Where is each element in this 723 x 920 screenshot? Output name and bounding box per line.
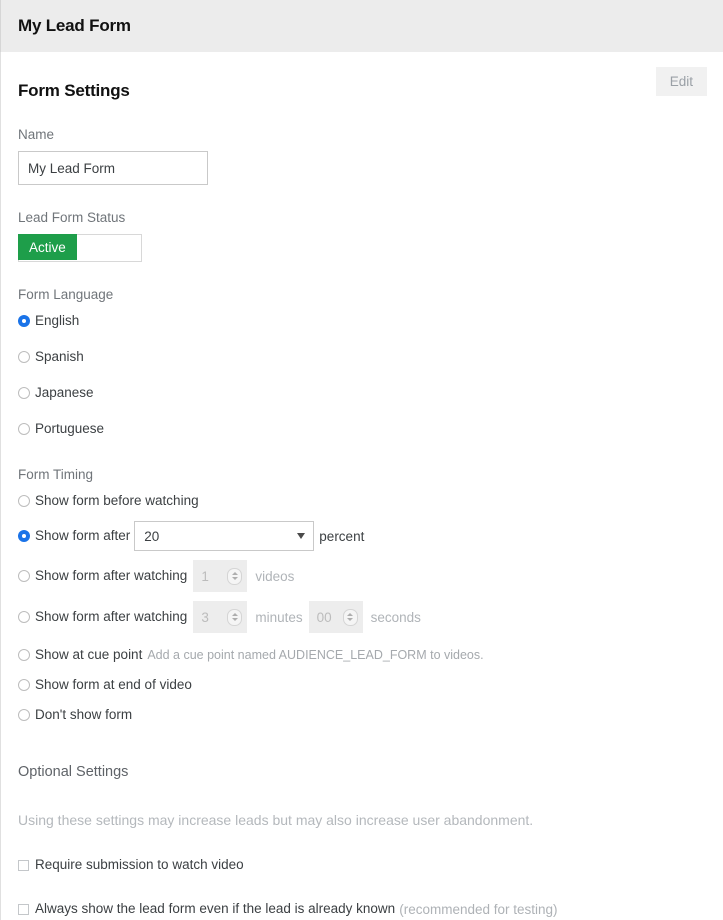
language-option-portuguese[interactable]: Portuguese <box>18 416 706 442</box>
minutes-quantity-stepper[interactable]: 3 <box>193 601 247 633</box>
section-header: Form Settings Edit <box>18 52 706 102</box>
cue-point-hint: Add a cue point named AUDIENCE_LEAD_FORM… <box>147 646 483 664</box>
timing-option-label: Show form after watching <box>35 567 187 585</box>
timing-label: Form Timing <box>18 466 706 484</box>
edit-button[interactable]: Edit <box>656 67 707 96</box>
seconds-stepper-value: 00 <box>317 610 332 625</box>
timing-option-label: Don't show form <box>35 706 132 724</box>
radio-icon[interactable] <box>18 315 30 327</box>
radio-icon[interactable] <box>18 423 30 435</box>
stepper-arrows-icon[interactable] <box>227 609 242 626</box>
language-option-label: Portuguese <box>35 420 104 438</box>
app-title: My Lead Form <box>18 16 131 36</box>
videos-quantity-stepper[interactable]: 1 <box>193 560 247 592</box>
optional-settings-title: Optional Settings <box>18 762 706 782</box>
radio-icon[interactable] <box>18 611 30 623</box>
language-option-japanese[interactable]: Japanese <box>18 380 706 406</box>
checkbox-label: Require submission to watch video <box>35 856 244 874</box>
language-label: Form Language <box>18 286 706 304</box>
seconds-unit-label: seconds <box>371 610 421 625</box>
stepper-arrows-icon[interactable] <box>227 568 242 585</box>
status-toggle[interactable]: Active <box>18 234 142 262</box>
checkbox-icon[interactable] <box>18 860 29 871</box>
radio-icon[interactable] <box>18 570 30 582</box>
language-option-label: Japanese <box>35 384 94 402</box>
percent-unit-label: percent <box>319 529 364 544</box>
videos-stepper-value: 1 <box>201 569 209 584</box>
timing-option-label: Show form after watching <box>35 608 187 626</box>
app-header: My Lead Form <box>0 0 723 52</box>
chevron-down-icon <box>232 618 238 621</box>
chevron-up-icon <box>232 572 238 575</box>
checkbox-row-require-submission[interactable]: Require submission to watch video <box>18 856 706 874</box>
status-label: Lead Form Status <box>18 209 706 227</box>
timing-option-before-watching[interactable]: Show form before watching <box>18 488 706 514</box>
chevron-down-icon <box>347 618 353 621</box>
checkbox-label: Always show the lead form even if the le… <box>35 900 395 918</box>
language-option-spanish[interactable]: Spanish <box>18 344 706 370</box>
radio-icon[interactable] <box>18 387 30 399</box>
page-title: Form Settings <box>18 80 130 102</box>
chevron-up-icon <box>232 613 238 616</box>
timing-option-dont-show[interactable]: Don't show form <box>18 702 706 728</box>
optional-settings-description: Using these settings may increase leads … <box>18 810 706 830</box>
radio-icon[interactable] <box>18 679 30 691</box>
timing-option-label: Show form after <box>35 527 130 545</box>
timing-option-after-videos[interactable]: Show form after watching 1 videos <box>18 560 706 592</box>
seconds-quantity-stepper[interactable]: 00 <box>309 601 363 633</box>
timing-option-end-of-video[interactable]: Show form at end of video <box>18 672 706 698</box>
language-option-english[interactable]: English <box>18 308 706 334</box>
checkbox-row-always-show[interactable]: Always show the lead form even if the le… <box>18 900 706 918</box>
minutes-unit-label: minutes <box>255 610 302 625</box>
language-option-label: Spanish <box>35 348 84 366</box>
minutes-stepper-value: 3 <box>201 610 209 625</box>
status-active-segment[interactable]: Active <box>18 234 77 260</box>
chevron-down-icon <box>232 577 238 580</box>
chevron-up-icon <box>347 613 353 616</box>
timing-option-cue-point[interactable]: Show at cue point Add a cue point named … <box>18 642 706 668</box>
timing-option-label: Show at cue point <box>35 646 142 664</box>
radio-icon[interactable] <box>18 530 30 542</box>
form-settings-panel: Form Settings Edit Name Lead Form Status… <box>0 52 723 920</box>
timing-option-label: Show form before watching <box>35 492 199 510</box>
checkbox-icon[interactable] <box>18 904 29 915</box>
radio-icon[interactable] <box>18 351 30 363</box>
timing-option-after-time[interactable]: Show form after watching 3 minutes 00 se… <box>18 601 706 633</box>
status-inactive-segment[interactable] <box>77 235 141 261</box>
name-label: Name <box>18 126 706 144</box>
percent-select[interactable]: 20 <box>134 521 314 551</box>
videos-unit-label: videos <box>255 569 294 584</box>
language-option-label: English <box>35 312 79 330</box>
radio-icon[interactable] <box>18 649 30 661</box>
stepper-arrows-icon[interactable] <box>343 609 358 626</box>
checkbox-note: (recommended for testing) <box>399 902 557 917</box>
chevron-down-icon <box>297 533 305 539</box>
radio-icon[interactable] <box>18 495 30 507</box>
name-input[interactable] <box>18 151 208 185</box>
radio-icon[interactable] <box>18 709 30 721</box>
timing-option-label: Show form at end of video <box>35 676 192 694</box>
timing-option-after-percent[interactable]: Show form after 20 percent <box>18 521 706 551</box>
percent-select-value: 20 <box>135 529 159 544</box>
